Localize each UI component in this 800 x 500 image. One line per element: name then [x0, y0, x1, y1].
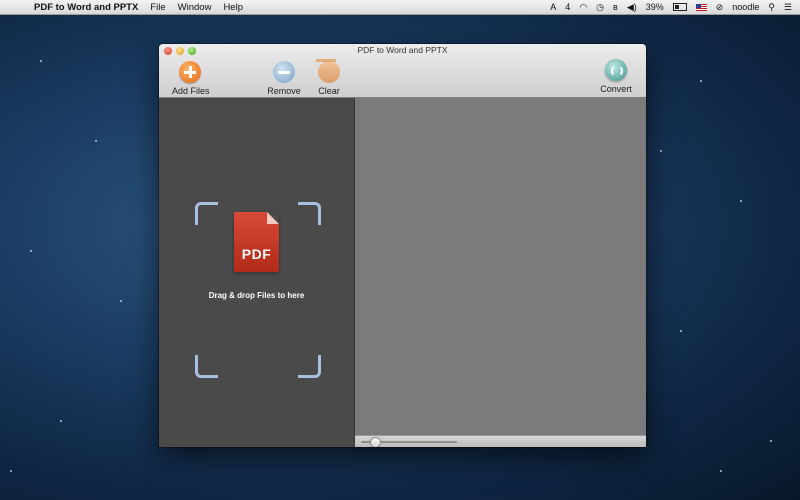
bluetooth-icon[interactable]: ʙ — [613, 2, 618, 12]
dropzone-corner-bottom-right — [298, 355, 321, 378]
add-files-button[interactable]: Add Files — [172, 61, 210, 96]
spotlight-search-icon[interactable]: ⚲ — [768, 2, 775, 13]
wifi-icon[interactable]: ◠ — [579, 2, 587, 13]
dropzone-corner-top-right — [298, 202, 321, 225]
remove-label: Remove — [267, 86, 301, 96]
drop-hint: Drag & drop Files to here — [208, 291, 305, 300]
menu-window[interactable]: Window — [178, 2, 212, 13]
do-not-disturb-icon[interactable]: ⊘ — [716, 2, 724, 13]
adobe-icon[interactable]: A — [550, 2, 556, 12]
window-title: PDF to Word and PPTX — [357, 45, 448, 55]
zoom-slider-knob[interactable] — [370, 437, 381, 447]
status-area: A 4 ◠ ◷ ʙ ◀) 39% ⊘ noodle ⚲ ☰ — [550, 0, 792, 14]
volume-icon[interactable]: ◀) — [627, 2, 637, 13]
app-window: PDF to Word and PPTX Add Files Remove Cl… — [159, 44, 646, 447]
input-source-flag-icon[interactable] — [695, 3, 707, 11]
page-fold — [267, 212, 279, 224]
battery-percent[interactable]: 39% — [646, 2, 664, 12]
pdf-icon-text: PDF — [241, 246, 272, 262]
menu-app-name[interactable]: PDF to Word and PPTX — [34, 2, 138, 13]
add-icon — [179, 61, 201, 83]
time-machine-icon[interactable]: ◷ — [596, 2, 604, 13]
clear-button[interactable]: Clear — [316, 59, 341, 96]
user-name[interactable]: noodle — [732, 2, 759, 12]
window-titlebar: PDF to Word and PPTX Add Files Remove Cl… — [159, 44, 646, 98]
status-count[interactable]: 4 — [565, 2, 570, 12]
preview-bottom-bar — [355, 435, 646, 447]
file-drop-pane[interactable]: PDF Drag & drop Files to here — [159, 98, 354, 447]
dropzone-corner-bottom-left — [195, 355, 218, 378]
menu-file[interactable]: File — [150, 2, 165, 13]
clear-label: Clear — [318, 86, 340, 96]
add-files-label: Add Files — [172, 86, 210, 96]
battery-icon[interactable] — [672, 3, 687, 11]
notification-center-icon[interactable]: ☰ — [784, 2, 792, 13]
remove-icon — [273, 61, 295, 83]
dropzone-corner-top-left — [195, 202, 218, 225]
remove-button[interactable]: Remove — [266, 61, 302, 96]
preview-pane — [355, 98, 646, 435]
menu-help[interactable]: Help — [223, 2, 243, 13]
pdf-file-icon: PDF — [234, 212, 279, 272]
convert-button[interactable]: Convert — [597, 59, 635, 94]
menu-bar: PDF to Word and PPTX File Window Help A … — [0, 0, 800, 15]
trash-icon — [316, 59, 340, 83]
convert-icon — [605, 59, 627, 81]
convert-label: Convert — [600, 84, 632, 94]
